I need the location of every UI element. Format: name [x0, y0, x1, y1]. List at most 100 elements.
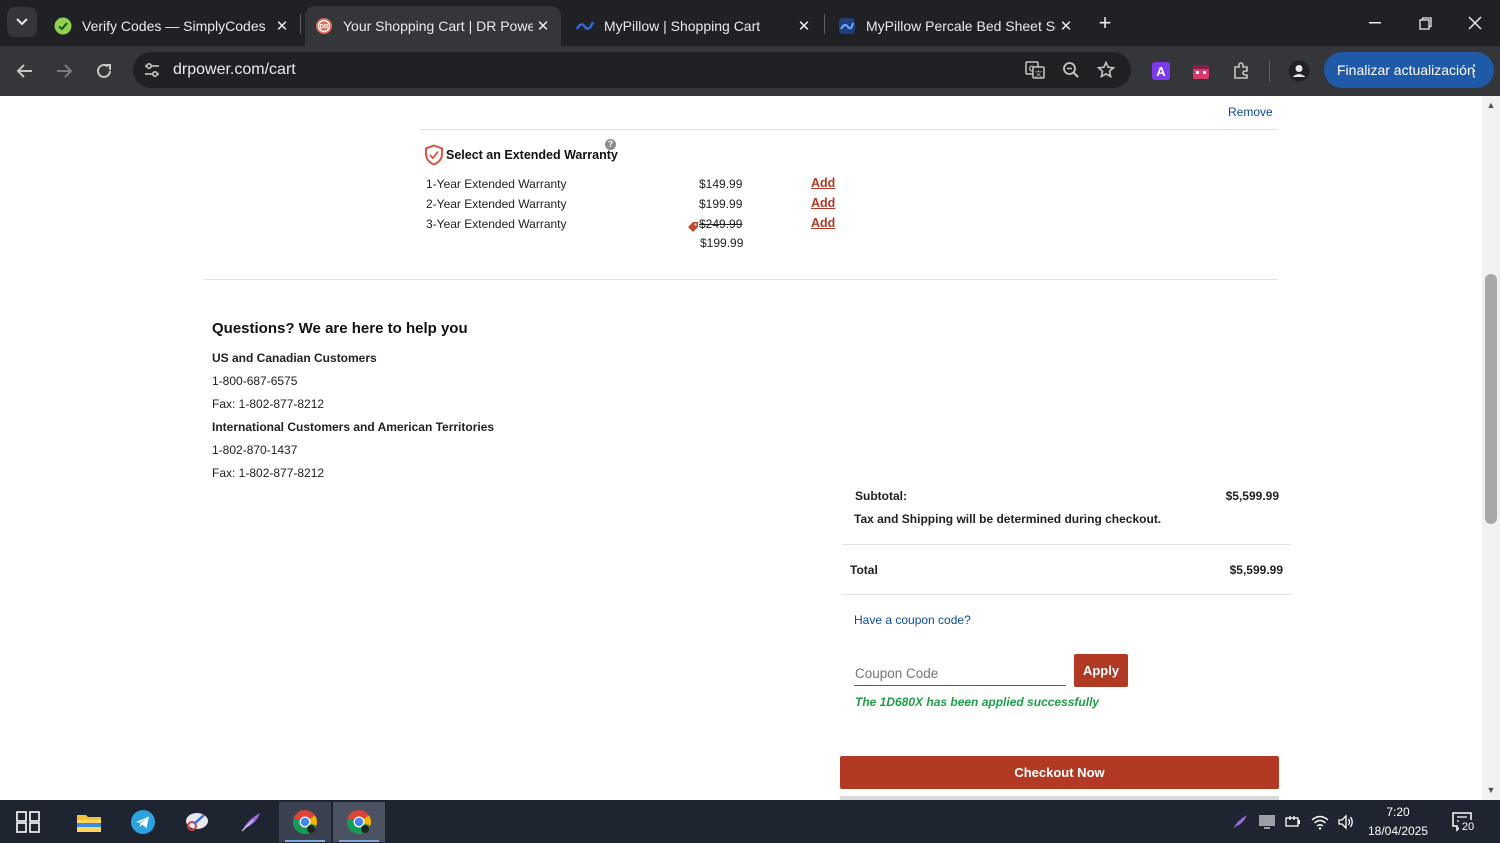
close-window-button[interactable]: [1450, 0, 1500, 46]
notification-count-badge: 20: [1459, 820, 1477, 834]
checkout-now-button[interactable]: Checkout Now: [840, 756, 1279, 789]
browser-toolbar: drpower.com/cart G文 A Finalizar actualiz…: [0, 46, 1500, 96]
menu-kebab-icon[interactable]: ⋮: [1466, 61, 1482, 81]
coupon-toggle-link[interactable]: Have a coupon code?: [854, 613, 971, 627]
display-tray-icon[interactable]: [1256, 811, 1278, 833]
volume-tray-icon[interactable]: [1335, 811, 1357, 833]
translate-icon[interactable]: G文: [1023, 58, 1047, 82]
svg-text:A: A: [1156, 64, 1166, 79]
scroll-down-arrow-icon[interactable]: ▼: [1486, 785, 1496, 795]
system-clock[interactable]: 7:20 18/04/2025: [1362, 803, 1434, 841]
address-bar[interactable]: drpower.com/cart G文: [133, 52, 1131, 88]
feather-app-button[interactable]: [225, 802, 277, 842]
divider: [204, 279, 1278, 280]
chrome-button-2[interactable]: [333, 802, 385, 842]
clock-date: 18/04/2025: [1367, 824, 1429, 838]
new-tab-button[interactable]: +: [1093, 10, 1117, 35]
tab-search-button[interactable]: [7, 7, 37, 37]
coupon-code-input[interactable]: [854, 662, 1066, 686]
warranty-original-price: $249.99: [699, 217, 743, 231]
feather-tray-icon[interactable]: [1229, 811, 1251, 833]
url-text[interactable]: drpower.com/cart: [173, 61, 296, 79]
windows-taskbar: 7:20 18/04/2025 20: [0, 800, 1500, 843]
total-label: Total: [850, 563, 878, 577]
close-tab-icon[interactable]: ✕: [1056, 16, 1076, 36]
subtotal-label: Subtotal:: [855, 489, 907, 503]
svg-text:DR: DR: [320, 24, 329, 30]
shield-icon: [424, 144, 444, 171]
tab-mypillow-cart[interactable]: MyPillow | Shopping Cart ✕: [566, 6, 822, 46]
simplycodes-favicon: [54, 17, 72, 35]
clock-time: 7:20: [1386, 805, 1410, 819]
divider: [842, 594, 1291, 595]
notifications-button[interactable]: 20: [1448, 811, 1478, 834]
subtotal-value: $5,599.99: [1225, 489, 1279, 503]
back-button[interactable]: [10, 56, 40, 86]
zoom-icon[interactable]: [1059, 58, 1083, 82]
total-value: $5,599.99: [1229, 563, 1283, 577]
close-tab-icon[interactable]: ✕: [533, 16, 553, 36]
us-customers-heading: US and Canadian Customers: [212, 351, 377, 365]
add-warranty-3yr-link[interactable]: Add: [811, 216, 835, 230]
remove-item-link[interactable]: Remove: [1228, 105, 1273, 119]
bookmark-star-icon[interactable]: [1094, 58, 1118, 82]
scrollbar-thumb[interactable]: [1485, 274, 1497, 524]
apply-coupon-button[interactable]: Apply: [1074, 654, 1128, 687]
intl-phone: 1-802-870-1437: [212, 443, 298, 457]
us-fax: Fax: 1-802-877-8212: [212, 397, 325, 411]
folder-icon: [77, 815, 101, 832]
page-scrollbar[interactable]: ▲ ▼: [1482, 96, 1500, 800]
warranty-sale-price: $199.99: [700, 236, 744, 250]
coupon-success-message: The 1D680X has been applied successfully: [855, 695, 1100, 709]
warranty-option-name: 2-Year Extended Warranty: [426, 197, 567, 211]
drpower-favicon: DR: [315, 17, 333, 35]
profile-avatar-icon[interactable]: [1284, 56, 1314, 86]
tab-mypillow-sheets[interactable]: MyPillow Percale Bed Sheet Set ✕: [828, 6, 1084, 46]
warranty-option-name: 3-Year Extended Warranty: [426, 217, 567, 231]
tab-title: Verify Codes — SimplyCodes: [82, 18, 266, 34]
extension-calendar-icon[interactable]: [1186, 56, 1216, 86]
task-view-button[interactable]: [2, 802, 54, 842]
site-info-icon[interactable]: [141, 59, 163, 81]
tab-drpower-cart[interactable]: DR Your Shopping Cart | DR Power ✕: [305, 6, 561, 46]
help-heading: Questions? We are here to help you: [212, 320, 468, 337]
add-warranty-2yr-link[interactable]: Add: [811, 196, 835, 210]
intl-fax: Fax: 1-802-877-8212: [212, 466, 325, 480]
page-viewport: Remove Select an Extended Warranty ? 1-Y…: [0, 96, 1482, 800]
minimize-button[interactable]: [1350, 0, 1400, 46]
extension-a-icon[interactable]: A: [1146, 56, 1176, 86]
close-tab-icon[interactable]: ✕: [794, 16, 814, 36]
restore-button[interactable]: [1400, 0, 1450, 46]
close-icon: [1468, 16, 1482, 30]
reload-icon: [97, 63, 111, 78]
forward-button[interactable]: [49, 56, 79, 86]
sale-tag-icon: [687, 220, 699, 238]
wifi-tray-icon[interactable]: [1309, 811, 1331, 833]
update-browser-button[interactable]: Finalizar actualización ⋮: [1324, 52, 1494, 88]
tab-title: MyPillow Percale Bed Sheet Set: [866, 18, 1056, 34]
battery-tray-icon[interactable]: [1282, 811, 1304, 833]
arrow-right-icon: [57, 64, 73, 78]
warranty-heading: Select an Extended Warranty: [446, 148, 618, 162]
tab-title: MyPillow | Shopping Cart: [604, 18, 761, 34]
close-tab-icon[interactable]: ✕: [272, 16, 292, 36]
telegram-icon: [131, 810, 155, 834]
minimize-icon: [1369, 22, 1381, 24]
tab-simplycodes[interactable]: Verify Codes — SimplyCodes ✕: [44, 6, 300, 46]
extensions-puzzle-icon[interactable]: [1226, 56, 1256, 86]
chrome-button-1[interactable]: [279, 802, 331, 842]
chrome-icon: [293, 810, 317, 834]
telegram-button[interactable]: [117, 802, 169, 842]
scroll-up-arrow-icon[interactable]: ▲: [1486, 100, 1496, 110]
warranty-option-name: 1-Year Extended Warranty: [426, 177, 567, 191]
divider: [420, 129, 1278, 130]
mypillow-favicon: [838, 17, 856, 35]
warranty-option-price: $199.99: [699, 197, 743, 211]
reload-button[interactable]: [89, 56, 119, 86]
file-explorer-button[interactable]: [63, 802, 115, 842]
snipping-tool-button[interactable]: [171, 802, 223, 842]
mypillow-favicon: [576, 17, 594, 35]
add-warranty-1yr-link[interactable]: Add: [811, 176, 835, 190]
warranty-help-icon[interactable]: ?: [605, 139, 616, 150]
tab-title: Your Shopping Cart | DR Power: [343, 18, 533, 34]
